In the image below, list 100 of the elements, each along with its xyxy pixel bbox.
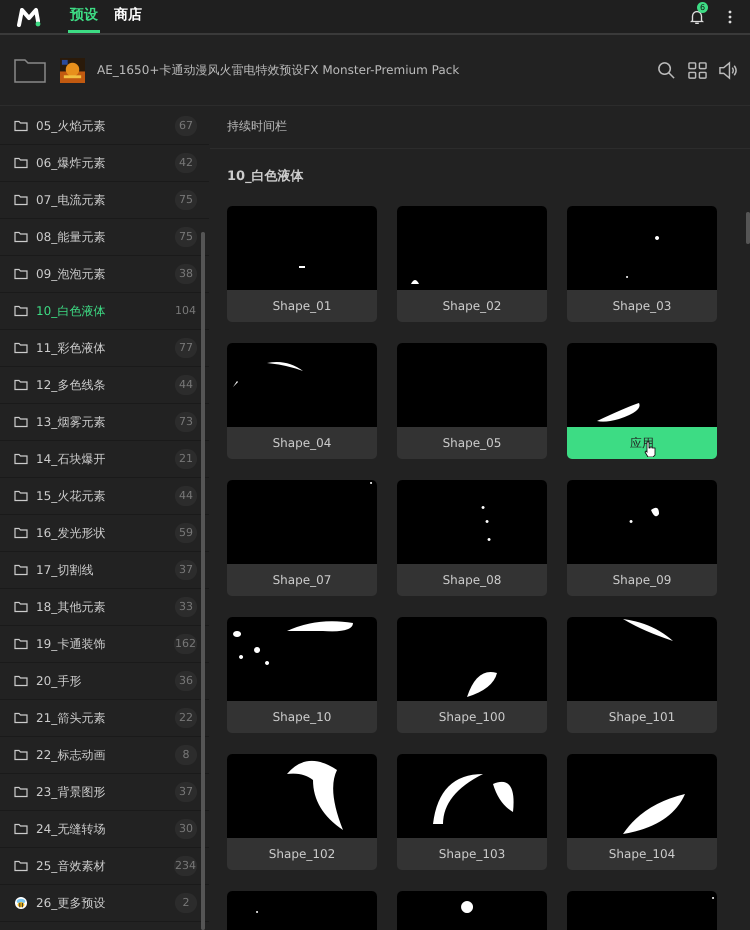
more-icon[interactable] [728, 10, 732, 24]
item-count: 77 [175, 338, 197, 358]
card-label: Shape_103 [438, 846, 506, 863]
item-count: 37 [175, 560, 197, 580]
folder-icon [14, 786, 28, 798]
folder-icon [14, 490, 28, 502]
item-label: 09_泡泡元素 [36, 266, 106, 282]
item-label: 06_爆炸元素 [36, 154, 106, 172]
preset-card[interactable]: Shape_103 [397, 754, 547, 870]
scrollbar-thumb[interactable] [746, 212, 750, 244]
preset-card[interactable]: Shape_100 [397, 617, 547, 733]
item-count: 44 [175, 486, 197, 506]
item-count: 2 [175, 893, 197, 913]
folder-icon [14, 268, 28, 280]
preset-card[interactable]: Shape_101 [567, 617, 717, 733]
item-count: 21 [175, 449, 197, 469]
item-count: 33 [175, 597, 197, 617]
preset-card[interactable]: Shape_104 [567, 754, 717, 870]
search-icon[interactable] [657, 60, 676, 80]
card-label: Shape_02 [442, 298, 502, 315]
scrollbar-thumb[interactable] [201, 232, 205, 930]
item-label: 23_背景图形 [36, 784, 106, 800]
item-label: 14_石块爆开 [36, 450, 106, 468]
preset-card[interactable]: Shape_10 [227, 617, 377, 733]
item-label: 05_火焰元素 [36, 118, 106, 134]
item-label: 07_电流元素 [36, 192, 106, 208]
item-label: 10_白色液体 [36, 302, 106, 320]
item-label: 21_箭头元素 [36, 710, 106, 726]
section-link[interactable]: 持续时间栏 [227, 118, 287, 135]
sidebar-item[interactable]: 05_火焰元素 67 [0, 108, 209, 145]
folder-icon [14, 564, 28, 576]
preset-card[interactable]: Shape_07 [227, 480, 377, 596]
preset-card[interactable]: Shape_01 [227, 206, 377, 322]
folder-icon [14, 379, 28, 391]
card-label: Shape_08 [442, 572, 502, 589]
card-label: Shape_03 [612, 298, 672, 315]
item-count: 59 [175, 523, 197, 543]
item-label: 26_更多预设 [36, 894, 106, 912]
preset-card[interactable]: Shape_09 [567, 480, 717, 596]
folder-icon[interactable] [14, 57, 46, 83]
card-label: Shape_100 [438, 709, 506, 726]
folder-icon [14, 157, 28, 169]
folder-icon [14, 749, 28, 761]
item-label: 12_多色线条 [36, 376, 106, 394]
folder-icon [14, 638, 28, 650]
folder-icon [14, 860, 28, 872]
item-count: 42 [175, 153, 197, 173]
folder-icon [14, 416, 28, 428]
folder-icon [14, 305, 28, 317]
logo-icon[interactable] [16, 6, 42, 26]
item-count: 75 [175, 227, 197, 247]
card-label: Shape_104 [608, 846, 676, 863]
section-heading: 10_白色液体 [227, 168, 304, 185]
card-label: Shape_01 [272, 298, 332, 315]
preset-card[interactable]: Shape_102 [227, 754, 377, 870]
folder-icon [14, 675, 28, 687]
sidebar-item[interactable]: 06_爆炸元素 42 [0, 145, 209, 182]
item-count: 67 [175, 116, 197, 136]
grid-view-icon[interactable] [688, 60, 707, 80]
item-count: 38 [175, 264, 197, 284]
card-label: Shape_101 [608, 709, 676, 726]
card-label: Shape_07 [272, 572, 332, 589]
preset-card[interactable]: Shape_05 [397, 343, 547, 459]
folder-icon [14, 712, 28, 724]
item-count: 73 [175, 412, 197, 432]
preset-card[interactable]: Shape_08 [397, 480, 547, 596]
item-count: 30 [175, 819, 197, 839]
item-label: 18_其他元素 [36, 598, 106, 616]
preset-card[interactable]: Shape_04 [227, 343, 377, 459]
preset-card[interactable]: Shape_03 [567, 206, 717, 322]
folder-icon [14, 527, 28, 539]
card-label: Shape_102 [268, 846, 336, 863]
item-label: 11_彩色液体 [36, 340, 106, 356]
folder-icon [14, 453, 28, 465]
folder-icon [14, 231, 28, 243]
item-count: 234 [174, 856, 197, 876]
item-label: 13_烟雾元素 [36, 414, 106, 430]
speaker-icon[interactable] [719, 60, 738, 80]
item-count: 8 [175, 745, 197, 765]
item-label: 25_音效素材 [36, 858, 106, 874]
nav-tab[interactable]: 预设 [68, 0, 100, 33]
item-count: 104 [174, 303, 197, 319]
card-label: Shape_10 [272, 709, 332, 726]
sidebar-item[interactable]: 07_电流元素 75 [0, 182, 209, 219]
item-label: 15_火花元素 [36, 488, 106, 504]
item-count: 162 [174, 634, 197, 654]
folder-icon [14, 342, 28, 354]
card-label: Shape_05 [442, 435, 502, 452]
item-label: 08_能量元素 [36, 228, 106, 246]
preset-card[interactable]: Shape_02 [397, 206, 547, 322]
notification-badge: 6 [697, 2, 708, 12]
card-label: Shape_09 [612, 572, 672, 589]
folder-icon [14, 120, 28, 132]
pack-title: AE_1650+卡通动漫风火雷电特效预设FX Monster-Premium Pack [97, 62, 460, 78]
folder-icon [14, 601, 28, 613]
nav-tab[interactable]: 商店 [112, 0, 144, 33]
bee-icon [14, 897, 28, 909]
card-label: Shape_04 [272, 435, 332, 452]
item-count: 44 [175, 375, 197, 395]
folder-icon [14, 823, 28, 835]
